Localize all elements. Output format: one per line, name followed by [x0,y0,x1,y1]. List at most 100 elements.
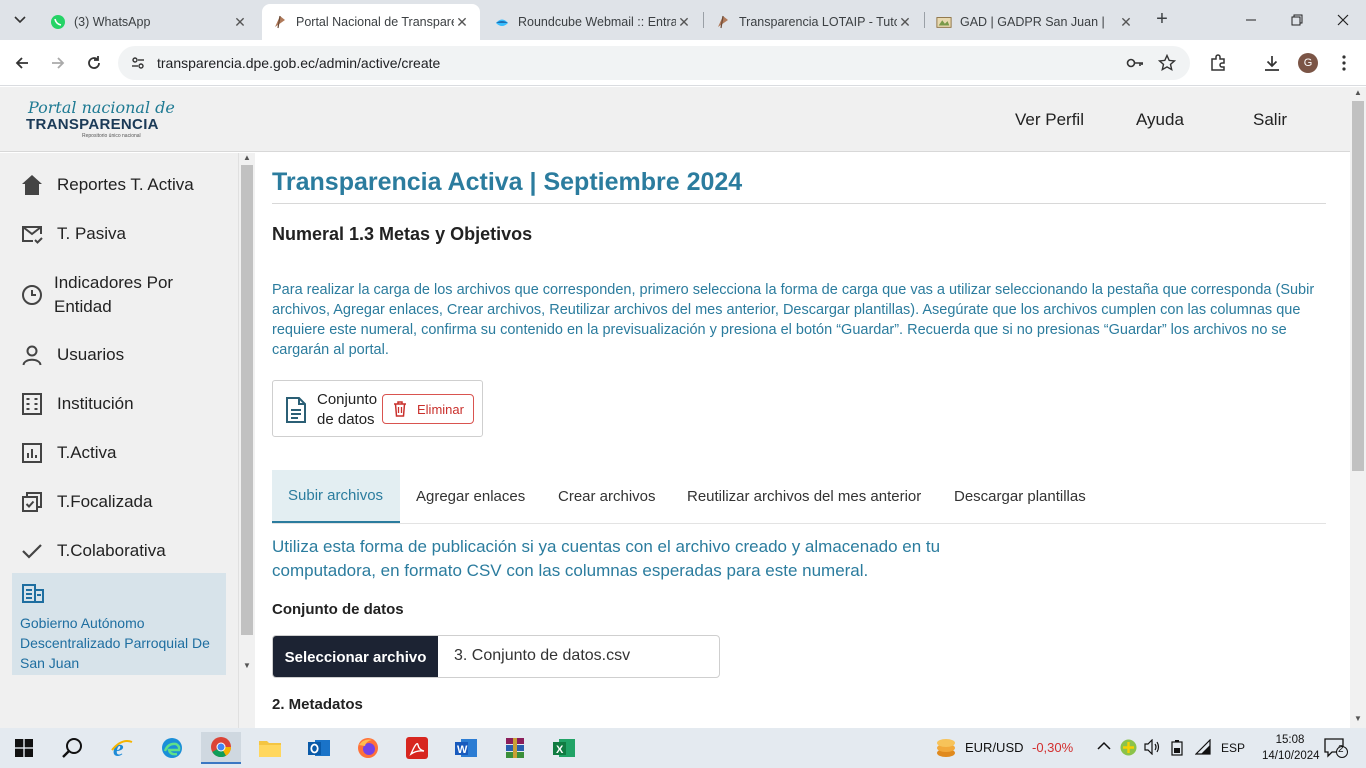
sidebar-item-tcolaborativa[interactable]: T.Colaborativa [20,539,166,563]
word-icon[interactable]: W [446,732,486,764]
speaker-icon[interactable] [1144,738,1162,758]
sidebar-item-reportes[interactable]: Reportes T. Activa [20,173,194,197]
sidebar-item-tactiva[interactable]: T.Activa [20,441,117,465]
logo-sub-text: Repositorio único nacional [82,133,141,139]
search-icon[interactable] [52,732,92,764]
key-icon[interactable] [1126,55,1144,76]
page-scrollbar[interactable]: ▲ ▼ [1350,87,1366,728]
sidebar-item-indicadores[interactable]: Indicadores Por Entidad [20,271,210,319]
battery-icon[interactable] [1170,739,1184,759]
sidebar-item-label: Usuarios [57,345,125,364]
sidebar: Reportes T. Activa T. Pasiva Indicadores… [0,153,238,728]
sidebar-item-label: Indicadores Por Entidad [54,273,174,316]
tab-search-chevron-icon[interactable] [6,8,34,32]
back-arrow-icon[interactable] [10,51,34,75]
omnibox[interactable]: transparencia.dpe.gob.ec/admin/active/cr… [118,46,1190,80]
page-scroll-thumb[interactable] [1352,101,1364,471]
url-text[interactable]: transparencia.dpe.gob.ec/admin/active/cr… [157,55,440,71]
acrobat-icon[interactable] [397,732,437,764]
edge-icon[interactable] [152,732,192,764]
sidebar-scroll-thumb[interactable] [241,165,253,635]
select-file-button[interactable]: Seleccionar archivo [273,636,438,677]
browser-tab-lotaip[interactable]: Transparencia LOTAIP - Tutoriales ✕ [705,4,923,40]
winrar-icon[interactable] [495,732,535,764]
scroll-up-arrow-icon[interactable]: ▲ [1354,88,1362,97]
sidebar-item-pasiva[interactable]: T. Pasiva [20,222,126,246]
new-tab-button[interactable]: + [1150,8,1174,32]
bookmark-star-icon[interactable] [1157,53,1177,77]
market-widget-icon[interactable] [926,732,966,764]
notification-count: 2 [1338,744,1344,755]
sidebar-item-institucion[interactable]: Institución [20,392,134,416]
browser-tab-roundcube[interactable]: Roundcube Webmail :: Entrada ✕ [484,4,702,40]
browser-tab-portal[interactable]: Portal Nacional de Transparencia ✕ [262,4,480,40]
sidebar-item-label: Institución [57,394,134,413]
sidebar-item-usuarios[interactable]: Usuarios [20,343,124,367]
sidebar-item-tfocalizada[interactable]: T.Focalizada [20,490,152,514]
tray-chevron-up-icon[interactable] [1097,740,1111,754]
language-indicator[interactable]: ESP [1221,741,1245,755]
tab-title: Portal Nacional de Transparencia [296,15,454,29]
browser-tab-gad[interactable]: GAD | GADPR San Juan | ✕ [926,4,1144,40]
reload-icon[interactable] [82,51,106,75]
site-settings-icon[interactable] [130,55,146,76]
extensions-puzzle-icon[interactable] [1206,51,1230,75]
nav-ayuda[interactable]: Ayuda [1136,110,1184,130]
browser-tab-whatsapp[interactable]: (3) WhatsApp ✕ [40,4,258,40]
sidebar-entity-card[interactable]: Gobierno Autónomo Descentralizado Parroq… [12,573,226,675]
window-close-icon[interactable] [1320,0,1366,40]
svg-text:W: W [457,744,468,756]
avatar-initial: G [1298,53,1318,73]
file-field-label: Conjunto de datos [272,601,404,618]
check-icon [20,539,44,563]
clock-time: 15:08 [1275,734,1305,746]
excel-icon[interactable]: X [544,732,584,764]
title-divider [272,203,1326,204]
delete-button[interactable]: Eliminar [382,394,474,424]
restore-icon[interactable] [1274,0,1320,40]
close-icon[interactable]: ✕ [676,14,692,31]
scroll-down-arrow-icon[interactable]: ▼ [1354,714,1362,723]
chrome-icon[interactable] [201,732,241,764]
tab-subir-archivos[interactable]: Subir archivos [272,470,400,523]
tab-agregar-enlaces[interactable]: Agregar enlaces [416,470,525,523]
firefox-icon[interactable] [348,732,388,764]
sidebar-scrollbar[interactable]: ▲ ▼ [238,153,255,728]
profile-avatar[interactable]: G [1296,51,1320,75]
notification-center-icon[interactable]: 2 [1324,737,1348,762]
svg-text:X: X [556,744,564,756]
scroll-up-arrow-icon[interactable]: ▲ [243,153,251,162]
file-explorer-icon[interactable] [250,732,290,764]
forward-arrow-icon[interactable] [46,51,70,75]
internet-explorer-icon[interactable]: e [102,732,142,764]
wifi-icon[interactable] [1194,738,1211,758]
tab-crear-archivos[interactable]: Crear archivos [558,470,656,523]
close-icon[interactable]: ✕ [897,14,913,31]
fx-pair[interactable]: EUR/USD [965,740,1024,755]
tab-descargar-plantillas[interactable]: Descargar plantillas [954,470,1086,523]
close-icon[interactable]: ✕ [454,14,470,31]
scroll-down-arrow-icon[interactable]: ▼ [243,661,251,670]
clock-icon [20,283,44,307]
selected-file-name: 3. Conjunto de datos.csv [454,647,631,664]
tab-separator [703,12,704,28]
entity-name: Gobierno Autónomo Descentralizado Parroq… [20,615,210,671]
upload-method-tabs: Subir archivos Agregar enlaces Crear arc… [272,470,1326,524]
portal-logo[interactable]: Portal nacional de TRANSPARENCIA Reposit… [24,98,175,140]
page-viewport: Portal nacional de TRANSPARENCIA Reposit… [0,87,1350,728]
system-clock[interactable]: 15:08 14/10/2024 [1262,732,1320,764]
download-icon[interactable] [1260,51,1284,75]
windows-start-icon[interactable] [4,732,44,764]
close-icon[interactable]: ✕ [232,14,248,31]
tray-app-icon[interactable] [1120,739,1137,759]
tab-reutilizar-archivos[interactable]: Reutilizar archivos del mes anterior [687,470,921,523]
nav-salir[interactable]: Salir [1253,110,1287,130]
minimize-icon[interactable] [1228,0,1274,40]
fx-change[interactable]: -0,30% [1032,740,1073,755]
whatsapp-icon [50,14,66,30]
outlook-icon[interactable] [299,732,339,764]
file-input[interactable]: Seleccionar archivo 3. Conjunto de datos… [272,635,720,678]
nav-ver-perfil[interactable]: Ver Perfil [1015,110,1084,130]
kebab-menu-icon[interactable] [1332,51,1356,75]
close-icon[interactable]: ✕ [1118,14,1134,31]
